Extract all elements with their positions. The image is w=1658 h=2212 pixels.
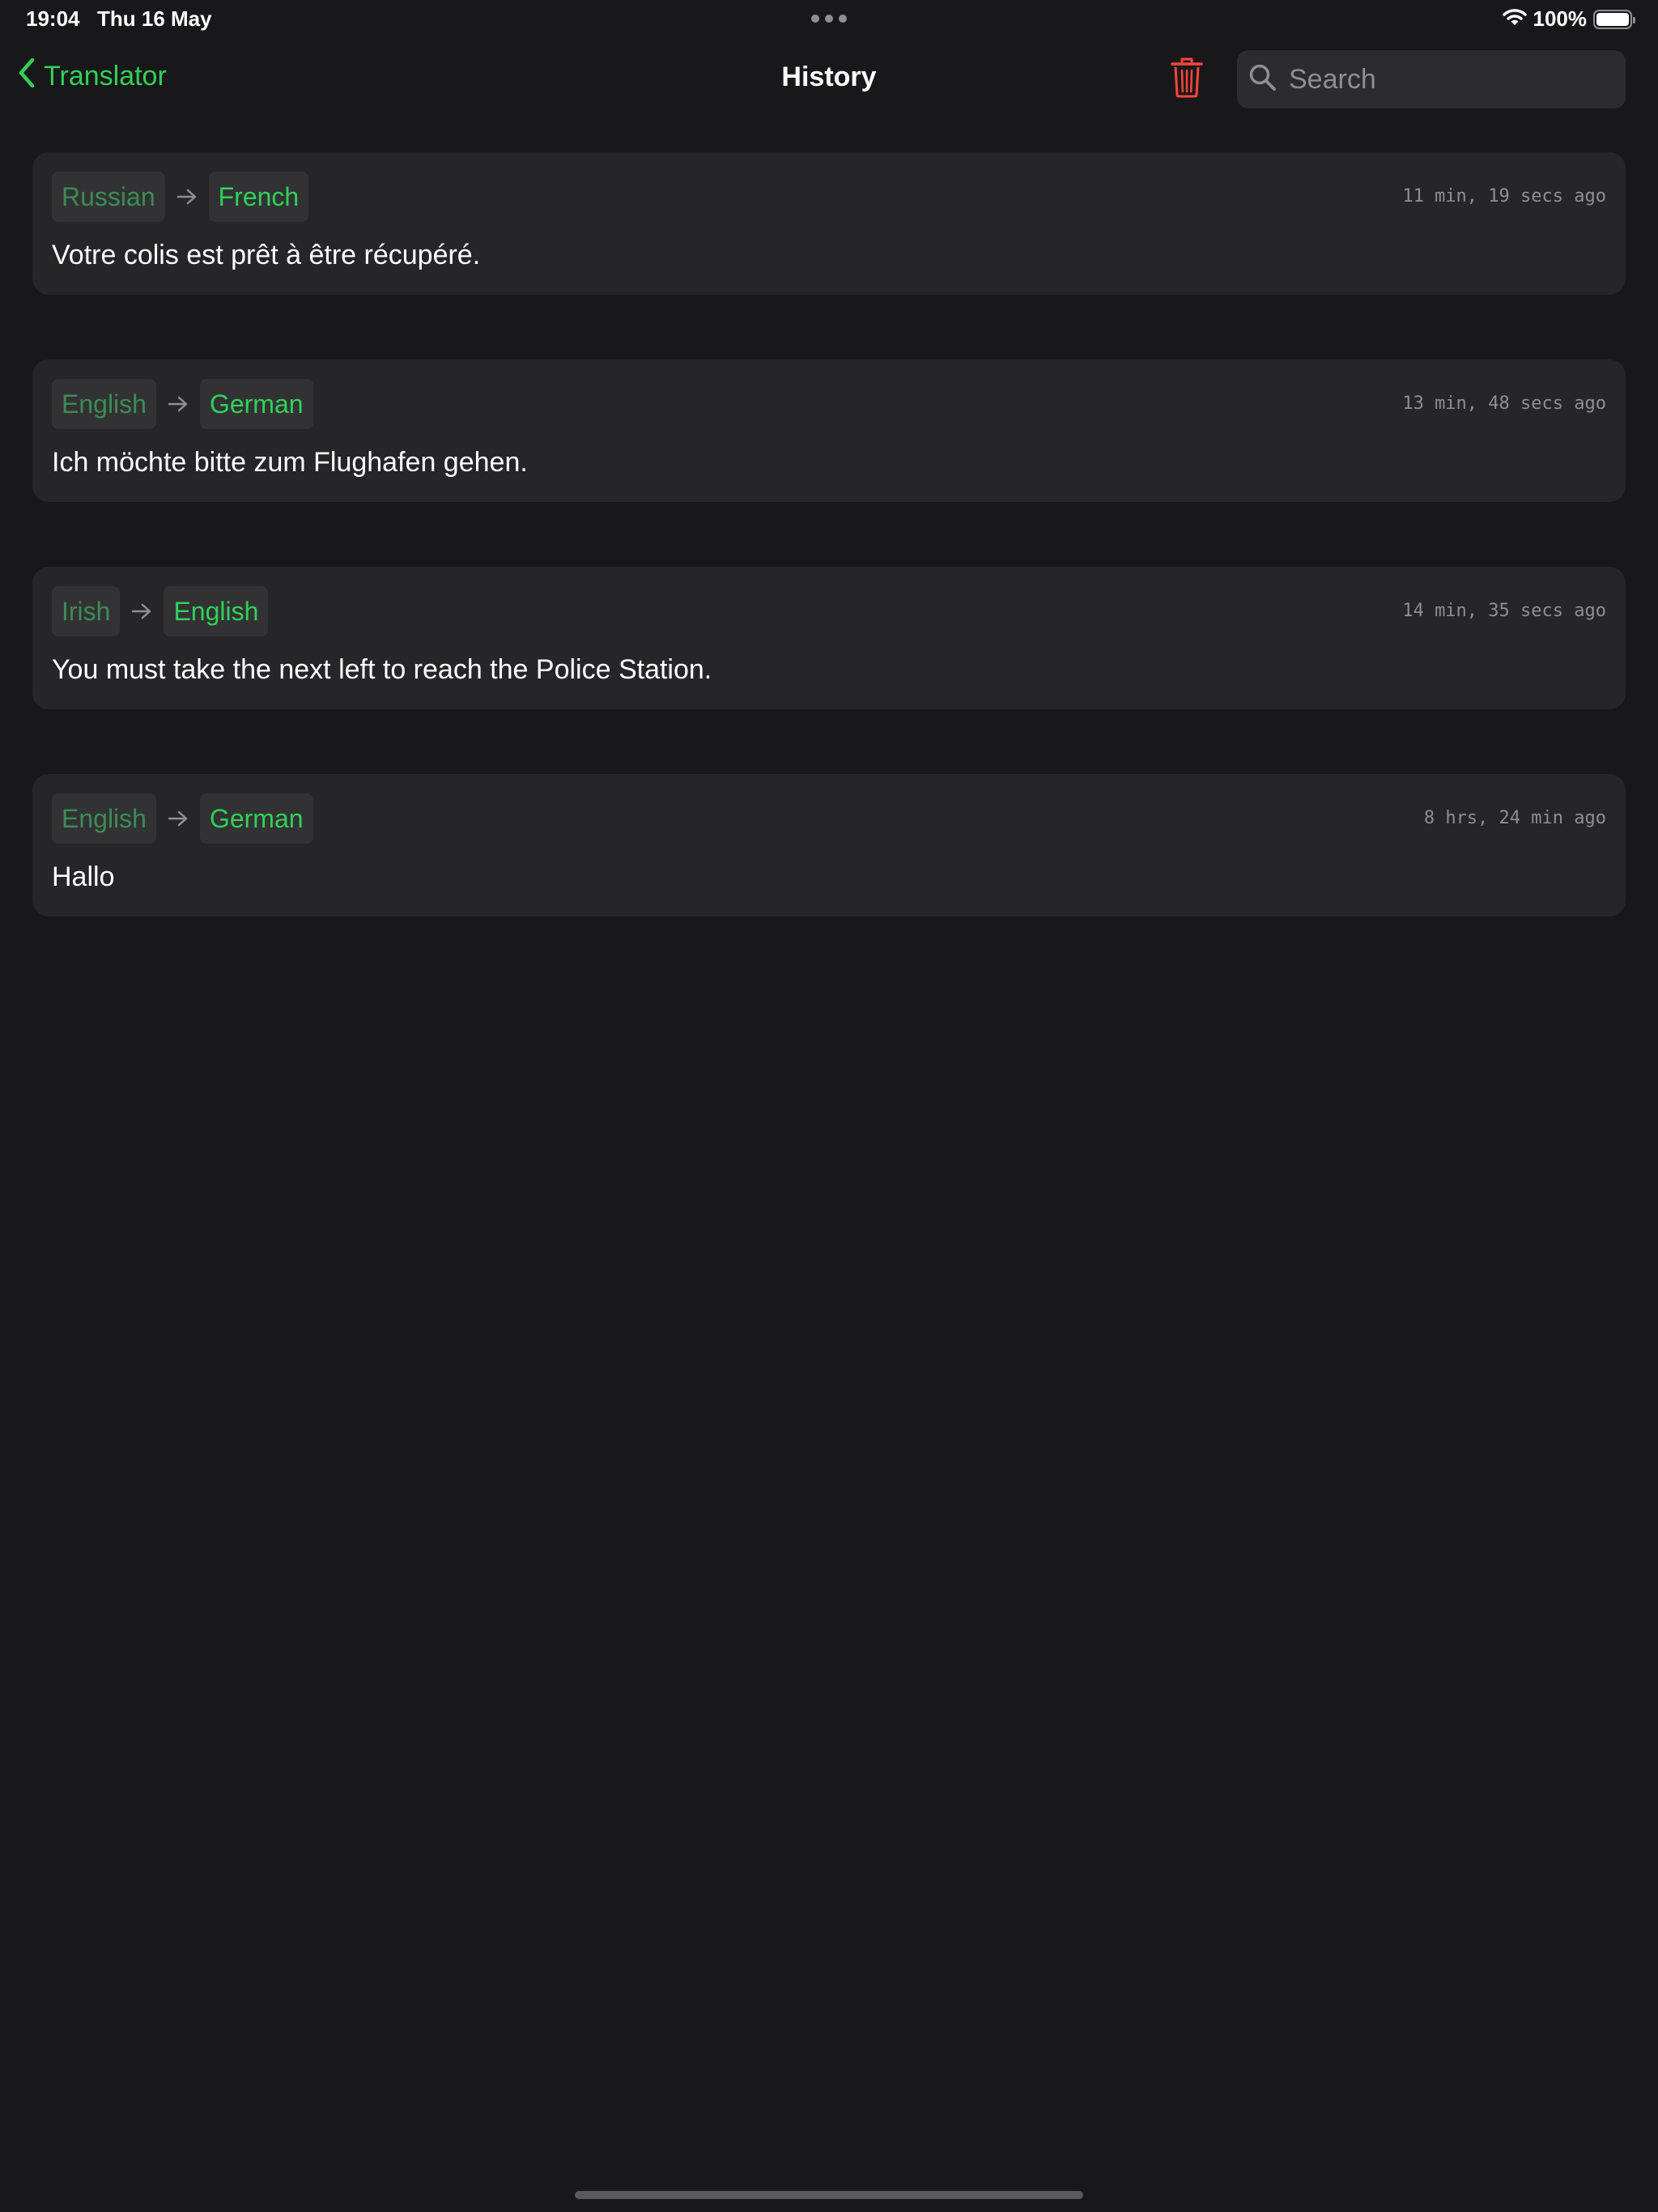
status-indicators: 100%	[1502, 6, 1635, 32]
trash-icon	[1170, 57, 1204, 102]
source-language-chip: English	[52, 379, 156, 429]
history-item[interactable]: Russian French 11 min, 19 secs ago Votre…	[32, 152, 1626, 295]
history-item[interactable]: Irish English 14 min, 35 secs ago You mu…	[32, 567, 1626, 709]
timestamp: 8 hrs, 24 min ago	[1423, 808, 1606, 828]
source-language-chip: Irish	[52, 586, 121, 636]
arrow-right-icon	[120, 602, 164, 621]
history-item[interactable]: English German 8 hrs, 24 min ago Hallo	[32, 774, 1626, 917]
arrow-right-icon	[156, 809, 200, 828]
timestamp: 11 min, 19 secs ago	[1402, 186, 1606, 206]
target-language-chip: English	[164, 586, 269, 636]
wifi-icon	[1502, 7, 1527, 31]
target-language-chip: German	[199, 379, 313, 429]
translation-text: Hallo	[52, 861, 115, 892]
translation-text: Ich möchte bitte zum Flughafen gehen.	[52, 447, 528, 478]
search-icon	[1248, 63, 1278, 96]
translation-text: You must take the next left to reach the…	[52, 654, 712, 685]
status-bar: 19:04 Thu 16 May 100%	[0, 0, 1658, 39]
status-time: 19:04	[26, 6, 80, 31]
search-field[interactable]	[1237, 50, 1626, 108]
navigation-bar: Translator History	[0, 45, 1658, 113]
source-language-chip: English	[52, 793, 156, 844]
home-indicator[interactable]	[575, 2191, 1083, 2199]
status-date: Thu 16 May	[97, 6, 212, 31]
translation-text: Votre colis est prêt à être récupéré.	[52, 240, 481, 270]
target-language-chip: German	[199, 793, 313, 844]
search-input[interactable]	[1287, 62, 1614, 96]
battery-percentage: 100%	[1533, 6, 1588, 31]
history-item[interactable]: English German 13 min, 48 secs ago Ich m…	[32, 359, 1626, 502]
source-language-chip: Russian	[52, 172, 165, 222]
clear-history-button[interactable]	[1166, 57, 1208, 102]
multitasking-dots-icon[interactable]	[811, 14, 847, 23]
arrow-right-icon	[165, 187, 209, 206]
language-pair: Russian French	[52, 172, 309, 222]
timestamp: 13 min, 48 secs ago	[1402, 393, 1606, 414]
language-pair: English German	[52, 379, 313, 429]
timestamp: 14 min, 35 secs ago	[1402, 601, 1606, 621]
arrow-right-icon	[156, 394, 200, 414]
language-pair: Irish English	[52, 586, 269, 636]
language-pair: English German	[52, 793, 313, 844]
target-language-chip: French	[208, 172, 309, 222]
battery-icon	[1593, 9, 1635, 29]
history-list: Russian French 11 min, 19 secs ago Votre…	[32, 152, 1626, 981]
